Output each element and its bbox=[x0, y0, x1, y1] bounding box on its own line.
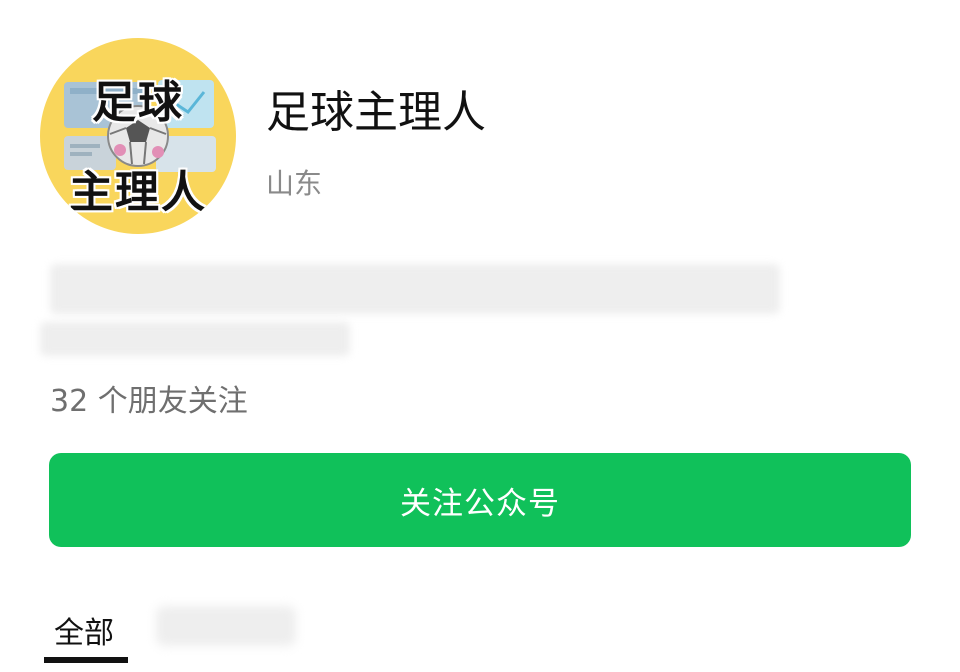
blurred-description bbox=[40, 256, 780, 356]
avatar-title-line2: 主理人 bbox=[69, 167, 207, 218]
tab-all[interactable]: 全部 bbox=[54, 608, 114, 652]
account-name: 足球主理人 bbox=[266, 87, 486, 138]
avatar-title-line1: 足球 bbox=[92, 77, 184, 128]
tab-active-indicator bbox=[44, 657, 128, 663]
account-avatar[interactable]: 足球 主理人 bbox=[40, 38, 236, 234]
blurred-tab bbox=[156, 606, 296, 646]
friends-following-count: 32 个朋友关注 bbox=[50, 384, 248, 419]
account-region: 山东 bbox=[266, 167, 323, 200]
follow-account-button[interactable]: 关注公众号 bbox=[49, 453, 911, 547]
article-tabs: 全部 bbox=[44, 600, 644, 672]
